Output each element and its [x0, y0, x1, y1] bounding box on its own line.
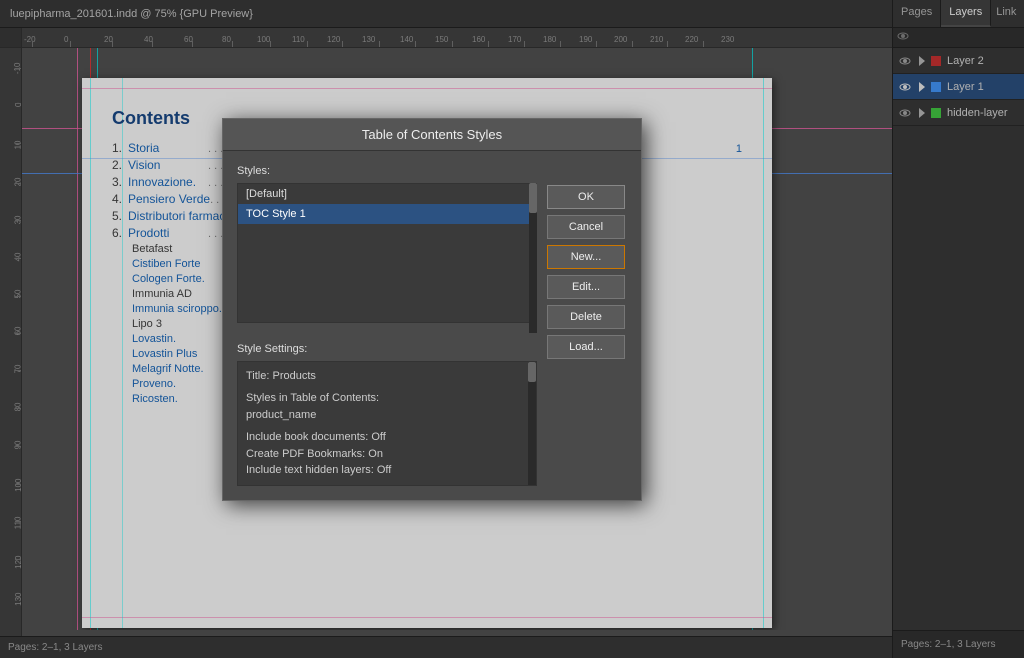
dialog-left-panel: Styles: [Default] TOC Style 1 Style Sett…	[237, 165, 537, 486]
cancel-button[interactable]: Cancel	[547, 215, 625, 239]
dialog-title: Table of Contents Styles	[223, 119, 641, 151]
dialog-body: Styles: [Default] TOC Style 1 Style Sett…	[223, 151, 641, 500]
styles-label: Styles:	[237, 165, 537, 177]
dialog-overlay: Table of Contents Styles Styles: [Defaul…	[0, 0, 1024, 658]
style-settings-text: Title: Products Styles in Table of Conte…	[246, 368, 528, 479]
settings-include-book: Include book documents: Off	[246, 429, 528, 446]
style-toc1[interactable]: TOC Style 1	[238, 204, 536, 224]
scrollbar-thumb[interactable]	[529, 183, 537, 213]
dialog-buttons: OK Cancel New... Edit... Delete Load...	[547, 165, 627, 486]
settings-styles-in-toc: Styles in Table of Contents:	[246, 390, 528, 407]
style-default[interactable]: [Default]	[238, 184, 536, 204]
settings-hidden-layers: Include text hidden layers: Off	[246, 462, 528, 479]
style-settings-content: Title: Products Styles in Table of Conte…	[237, 361, 537, 486]
settings-scrollbar-track	[528, 362, 536, 485]
delete-button[interactable]: Delete	[547, 305, 625, 329]
settings-scrollbar-thumb[interactable]	[528, 362, 536, 382]
styles-list-wrapper: [Default] TOC Style 1	[237, 183, 537, 333]
settings-title: Title: Products	[246, 368, 528, 385]
toc-dialog: Table of Contents Styles Styles: [Defaul…	[222, 118, 642, 501]
style-settings-label: Style Settings:	[237, 343, 537, 355]
load-button[interactable]: Load...	[547, 335, 625, 359]
settings-pdf-bookmarks: Create PDF Bookmarks: On	[246, 446, 528, 463]
new-button[interactable]: New...	[547, 245, 625, 269]
edit-button[interactable]: Edit...	[547, 275, 625, 299]
styles-list[interactable]: [Default] TOC Style 1	[237, 183, 537, 323]
scrollbar-track	[529, 183, 537, 333]
settings-product-name: product_name	[246, 407, 528, 424]
ok-button[interactable]: OK	[547, 185, 625, 209]
